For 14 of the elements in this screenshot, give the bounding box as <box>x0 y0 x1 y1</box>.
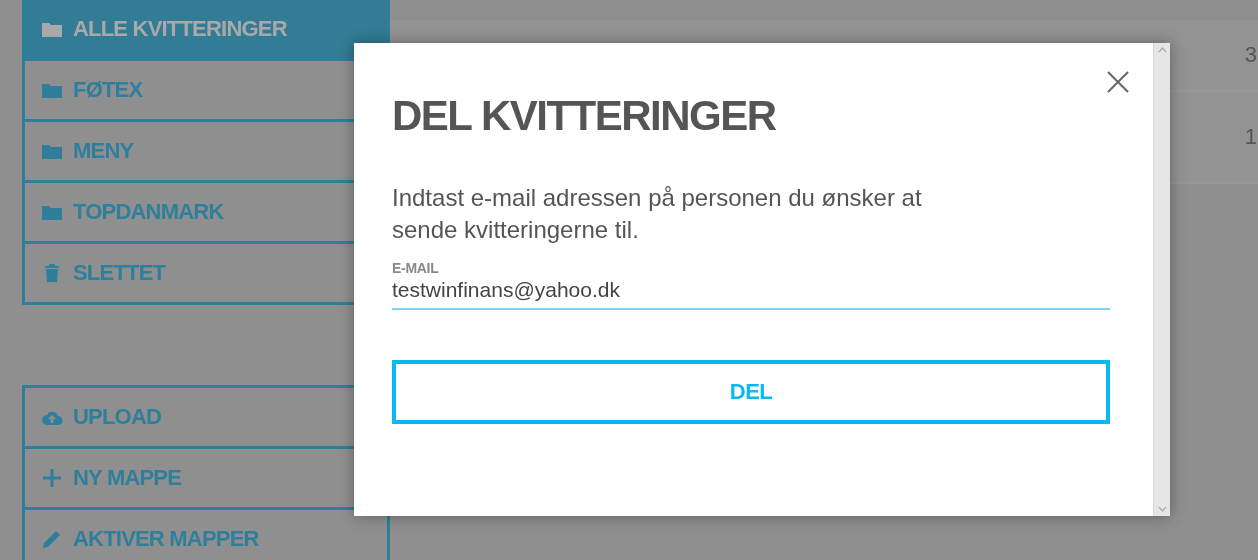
field-label: E-MAIL <box>392 260 440 276</box>
share-button[interactable]: DEL <box>392 360 1110 424</box>
dialog-title: DEL KVITTERINGER <box>392 91 777 141</box>
scrollbar[interactable] <box>1153 43 1170 516</box>
sidebar-action[interactable]: UPLOAD <box>25 388 387 446</box>
sidebar-item[interactable]: ALLE KVITTERINGER <box>25 0 387 58</box>
close-button[interactable] <box>1105 69 1131 95</box>
table-cell: 3 <box>1244 42 1257 68</box>
pencil-icon <box>41 528 63 550</box>
plus-icon <box>41 467 63 489</box>
scroll-up-icon[interactable] <box>1157 47 1167 53</box>
table-cell: 1 <box>1244 124 1257 150</box>
scroll-down-icon[interactable] <box>1157 506 1167 512</box>
dialog-message: Indtast e-mail adressen på personen du ønsker at sende kvitteringerne til. <box>392 183 923 245</box>
